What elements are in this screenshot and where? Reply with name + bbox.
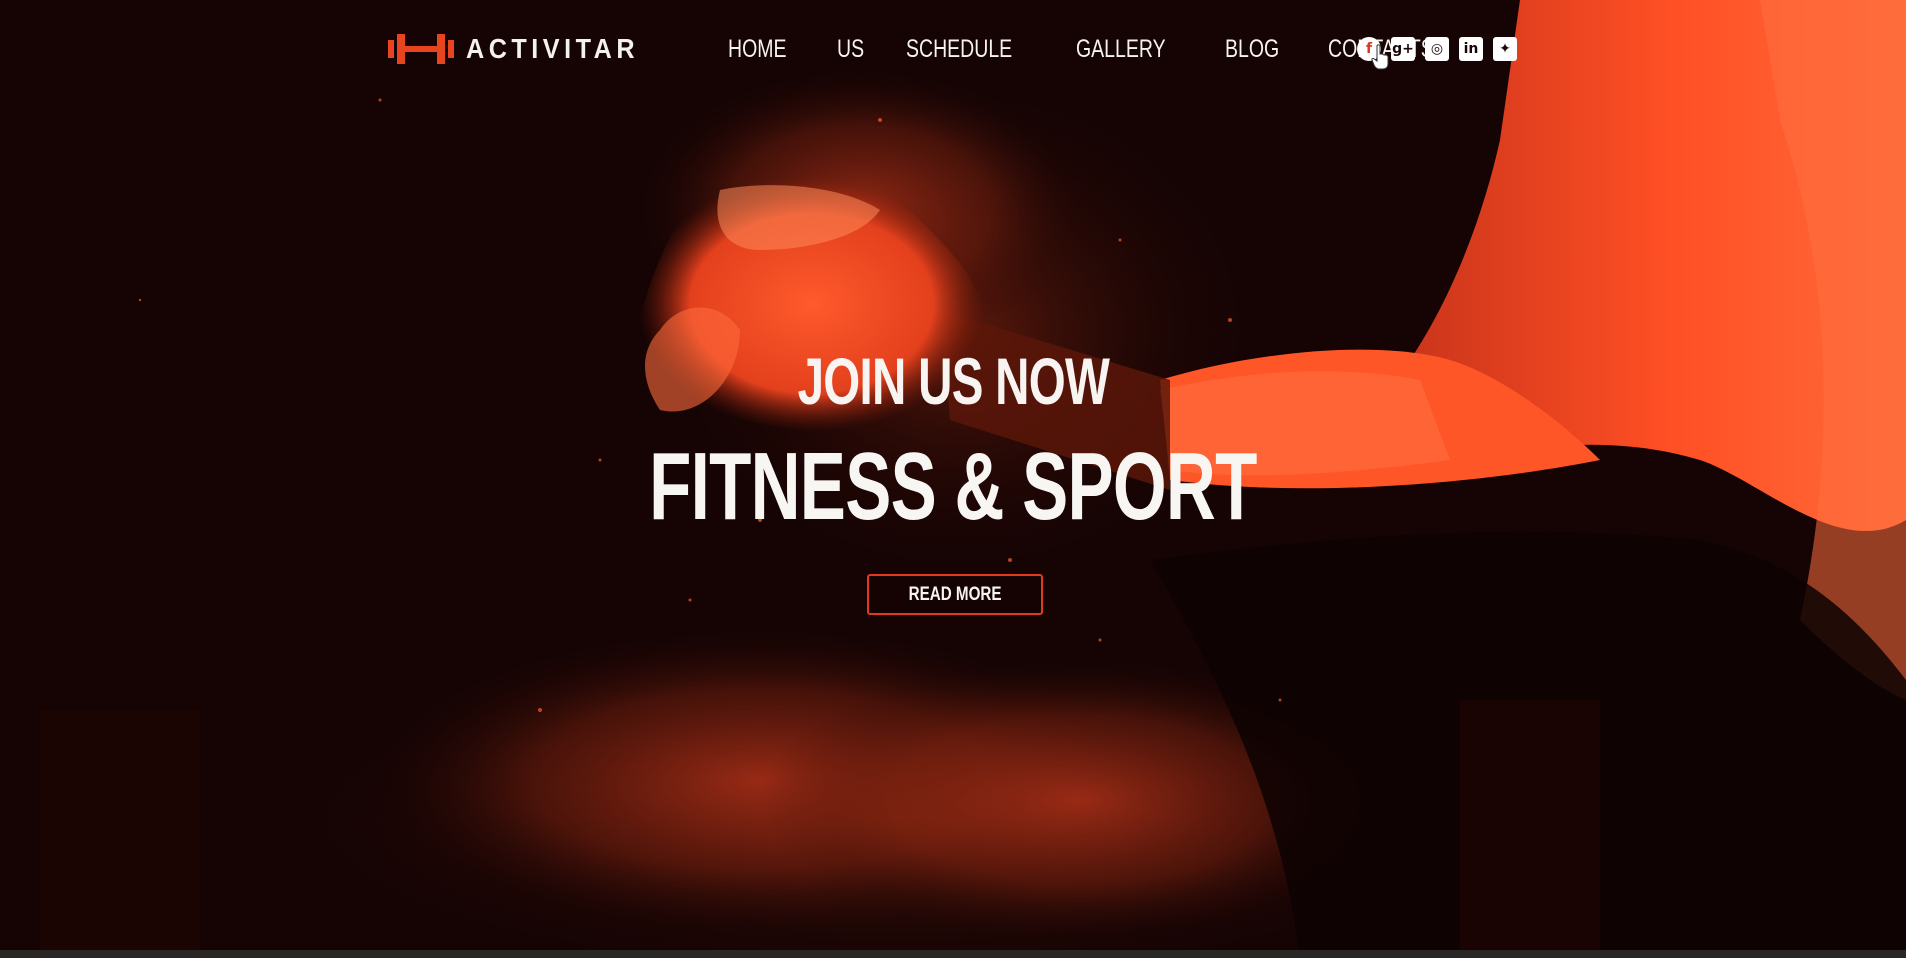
read-more-button[interactable]: READ MORE: [867, 574, 1043, 615]
read-more-label: READ MORE: [908, 583, 1002, 605]
page-bottom-edge: [0, 950, 1906, 958]
brand-logo[interactable]: ACTIVITAR: [388, 32, 658, 66]
instagram-icon[interactable]: ◎: [1425, 37, 1449, 61]
nav-item-gallery[interactable]: GALLERY: [1076, 30, 1166, 68]
dumbbell-icon: [388, 34, 454, 64]
nav-item-blog[interactable]: BLOG: [1225, 30, 1279, 68]
hand-cursor-icon: [1371, 44, 1389, 70]
linkedin-icon[interactable]: in: [1459, 37, 1483, 61]
site-header: ACTIVITAR HOME US SCHEDULE GALLERY BLOG …: [0, 0, 1906, 100]
nav-item-schedule[interactable]: SCHEDULE: [906, 30, 1012, 68]
brand-name: ACTIVITAR: [466, 33, 640, 64]
nav-item-home[interactable]: HOME: [728, 30, 787, 68]
nav-item-us[interactable]: US: [837, 30, 864, 68]
hero-subtitle: JOIN US NOW: [797, 344, 1109, 418]
hero-title: FITNESS & SPORT: [649, 433, 1257, 540]
twitter-icon[interactable]: ✦: [1493, 37, 1517, 61]
google-plus-icon[interactable]: g+: [1391, 37, 1415, 61]
page: ACTIVITAR HOME US SCHEDULE GALLERY BLOG …: [0, 0, 1906, 958]
